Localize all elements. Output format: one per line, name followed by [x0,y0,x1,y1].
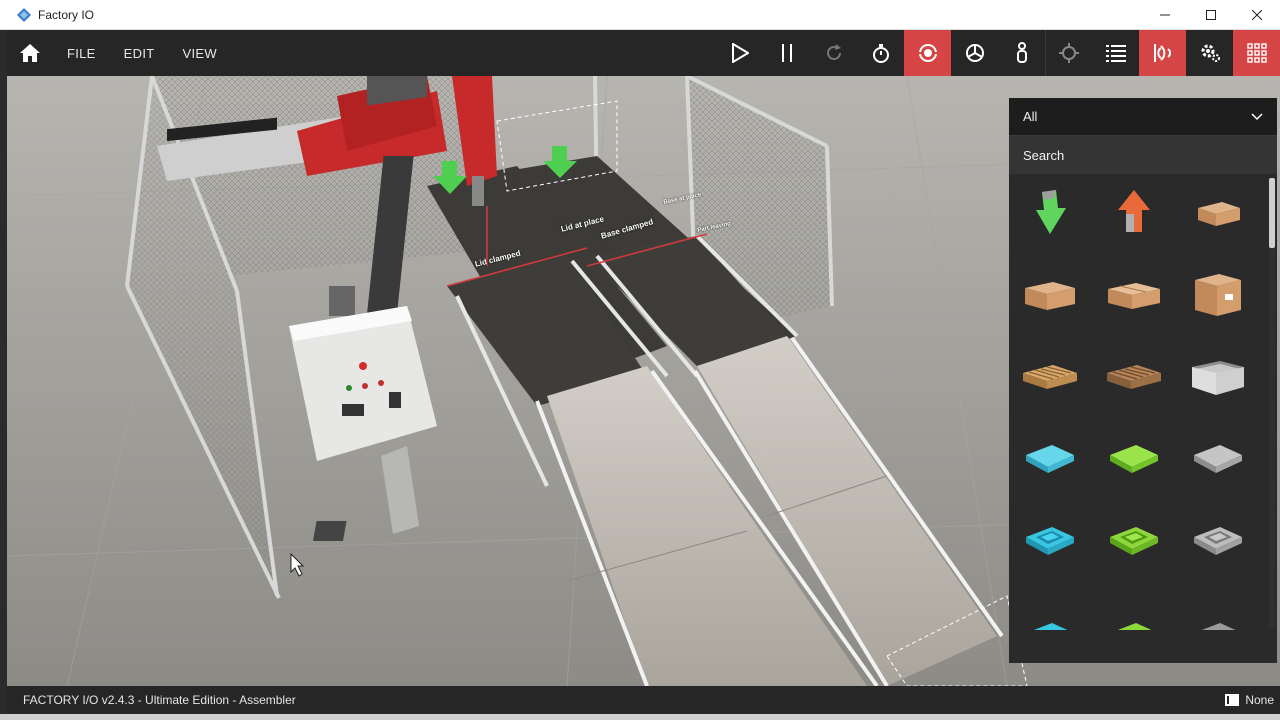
medium-box-2-icon [1108,283,1160,309]
minimize-button[interactable] [1142,0,1188,30]
target-icon [1059,43,1079,63]
taskbar-strip [0,714,1280,720]
status-bar: FACTORY I/O v2.4.3 - Ultimate Edition - … [7,686,1280,714]
palette-item-grey-lid[interactable] [1183,510,1253,572]
chevron-down-icon [1251,112,1263,120]
menu-file[interactable]: FILE [53,46,110,61]
category-dropdown[interactable]: All [1009,98,1277,136]
remover-icon [1118,190,1150,232]
status-text: FACTORY I/O v2.4.3 - Ultimate Edition - … [23,693,296,707]
filter-icon [1225,694,1240,706]
toolbar-tools [716,30,1280,76]
main-toolbar: FILE EDIT VIEW [7,30,1280,76]
gears-icon [1201,44,1220,62]
window-frame-left [0,30,7,720]
small-box-icon [1198,202,1240,226]
palette-item-pallet-2[interactable] [1099,346,1169,408]
medium-box-icon [1025,282,1075,310]
menu-view[interactable]: VIEW [168,46,230,61]
reset-icon [826,44,841,60]
large-box-icon [1195,274,1241,316]
palette-item-pallet[interactable] [1015,346,1085,408]
play-icon [731,43,749,63]
palette-item-blue-lid[interactable] [1015,510,1085,572]
stopwatch-button[interactable] [857,30,904,76]
palette-item-medium-box-2[interactable] [1099,264,1169,326]
palette-scrollbar-thumb[interactable] [1269,178,1275,248]
factory-io-logo-icon [17,7,31,22]
palette-grid-icon [1246,43,1267,63]
target-button[interactable] [1045,30,1092,76]
blue-part-icon [1033,623,1068,630]
parts-palette: All Search [1009,98,1277,663]
palette-item-grey-base[interactable] [1183,428,1253,490]
blue-base-icon [1026,445,1074,473]
palette-item-blue-base[interactable] [1015,428,1085,490]
palette-item-emitter[interactable] [1015,182,1085,244]
menu-edit[interactable]: EDIT [110,46,169,61]
palette-item-green-lid[interactable] [1099,510,1169,572]
search-label: Search [1023,147,1065,163]
search-field[interactable]: Search [1009,136,1277,174]
palette-button[interactable] [1233,30,1280,76]
palette-item-blue-part[interactable] [1015,592,1085,630]
tag-list-button[interactable] [1092,30,1139,76]
palette-item-large-box[interactable] [1183,264,1253,326]
blue-lid-icon [1026,527,1074,555]
status-right-label: None [1245,693,1274,707]
emitter-icon [1036,190,1066,234]
orbit-camera-button[interactable] [904,30,951,76]
home-button[interactable] [7,30,53,76]
pause-icon [781,44,792,62]
grey-base-icon [1194,445,1242,473]
drivers-button[interactable] [1186,30,1233,76]
palette-item-small-box[interactable] [1183,182,1253,244]
pallet-2-icon [1107,365,1161,389]
first-person-camera-button[interactable] [998,30,1045,76]
palette-item-grey-part[interactable] [1183,592,1253,630]
green-lid-icon [1110,527,1158,555]
reset-button[interactable] [810,30,857,76]
palette-item-green-part[interactable] [1099,592,1169,630]
factory-io-window: Factory IO FILE EDIT VIEW Lid clamped Li… [0,0,1280,720]
palette-item-green-base[interactable] [1099,428,1169,490]
window-title: Factory IO [38,7,95,22]
grey-part-icon [1201,623,1236,630]
grey-lid-icon [1194,527,1242,555]
green-part-icon [1117,623,1152,630]
green-base-icon [1110,445,1158,473]
list-icon [1105,45,1126,62]
category-label: All [1023,109,1038,124]
status-right[interactable]: None [1225,693,1280,707]
palette-item-medium-box[interactable] [1015,264,1085,326]
close-button[interactable] [1234,0,1280,30]
crate-icon [1192,361,1244,395]
stopwatch-icon [872,44,889,63]
maximize-button[interactable] [1188,0,1234,30]
camera-person-icon [1016,42,1027,63]
pause-button[interactable] [763,30,810,76]
sensors-button[interactable] [1139,30,1186,76]
camera-orbit-icon [916,44,939,62]
pallet-icon [1023,365,1077,389]
camera-fly-icon [965,44,984,62]
home-icon [20,44,40,62]
window-titlebar: Factory IO [0,0,1280,30]
sensor-icon [1153,44,1171,62]
fly-camera-button[interactable] [951,30,998,76]
palette-grid [1009,174,1267,630]
play-button[interactable] [716,30,763,76]
palette-item-remover[interactable] [1099,182,1169,244]
palette-item-crate[interactable] [1183,346,1253,408]
